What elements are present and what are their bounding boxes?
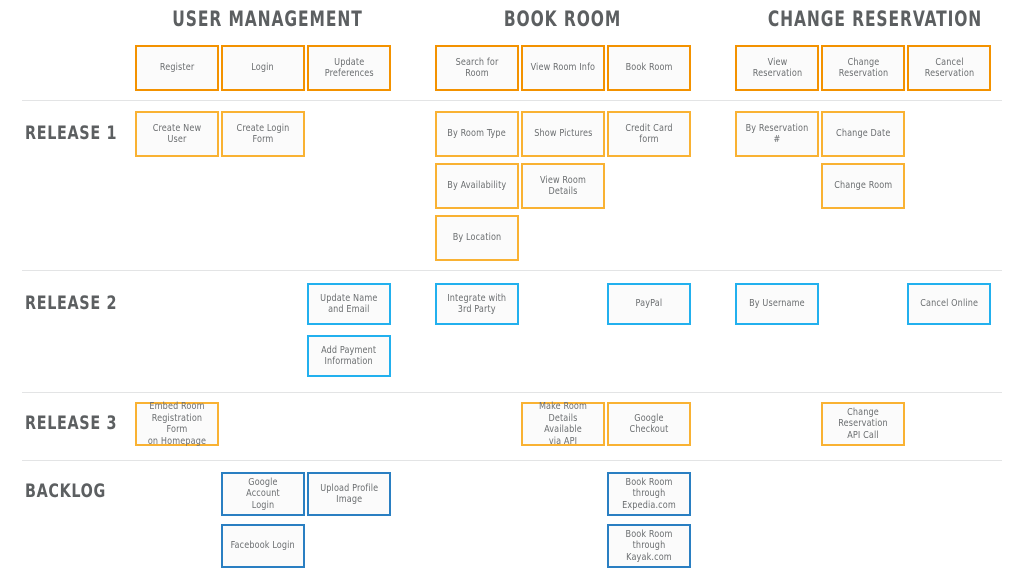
story-card-label: Integrate with 3rd Party — [447, 292, 507, 316]
story-card-label: By Location — [452, 232, 502, 244]
story-card[interactable]: Book Room through Kayak.com — [604, 524, 691, 571]
story-card-label: Book Room — [625, 62, 673, 74]
story-card[interactable]: Update Preferences — [304, 45, 391, 94]
story-card-label: View Room Info — [530, 62, 596, 74]
story-card-label: Cancel Online — [920, 298, 978, 310]
story-card-label: Facebook Login — [230, 540, 296, 552]
row-label-release-1: RELEASE 1 — [25, 122, 118, 144]
story-card-label: Cancel Reservation — [924, 56, 974, 80]
story-card[interactable]: By Room Type — [432, 111, 519, 160]
story-card-label: Login — [251, 62, 275, 74]
story-card[interactable]: Update Name and Email — [304, 283, 391, 328]
story-card[interactable]: Change Date — [818, 111, 905, 160]
story-card-label: By Availability — [447, 180, 507, 192]
story-card[interactable]: Upload Profile Image — [304, 472, 391, 519]
story-card[interactable]: View Room Details — [518, 163, 605, 212]
story-card[interactable]: By Username — [732, 283, 819, 328]
row-divider-2 — [22, 392, 1002, 393]
story-card[interactable]: View Room Info — [518, 45, 605, 94]
group-title-user-management: USER MANAGEMENT — [172, 7, 363, 31]
story-card-label: Book Room through Expedia.com — [622, 476, 676, 511]
story-card[interactable]: Google Account Login — [218, 472, 305, 519]
row-label-release-2: RELEASE 2 — [25, 292, 118, 314]
story-card-label: Register — [159, 62, 195, 74]
story-card[interactable]: Add Payment Information — [304, 335, 391, 380]
story-card[interactable]: Search for Room — [432, 45, 519, 94]
story-card[interactable]: Book Room through Expedia.com — [604, 472, 691, 519]
row-divider-1 — [22, 270, 1002, 271]
story-card[interactable]: Integrate with 3rd Party — [432, 283, 519, 328]
row-divider-0 — [22, 100, 1002, 101]
story-card[interactable]: Show Pictures — [518, 111, 605, 160]
story-card-label: Upload Profile Image — [320, 482, 378, 506]
story-card[interactable]: By Reservation # — [732, 111, 819, 160]
group-title-change-reservation: CHANGE RESERVATION — [767, 7, 983, 31]
story-card-label: Add Payment Information — [321, 344, 377, 368]
story-card[interactable]: Make Room Details Available via API — [518, 401, 605, 449]
story-card[interactable]: Login — [218, 45, 305, 94]
story-card[interactable]: Book Room — [604, 45, 691, 94]
story-card-label: Make Room Details Available via API — [538, 401, 588, 447]
story-card[interactable]: Create New User — [132, 111, 219, 160]
story-card[interactable]: Change Room — [818, 163, 905, 212]
story-card-label: Change Reservation API Call — [838, 406, 888, 441]
story-card-label: Google Checkout — [629, 412, 669, 436]
story-card[interactable]: PayPal — [604, 283, 691, 328]
story-card-label: Change Date — [835, 128, 891, 140]
group-title-book-room: BOOK ROOM — [503, 7, 622, 31]
story-card-label: Update Preferences — [324, 56, 374, 80]
story-card-label: By Reservation # — [745, 122, 809, 146]
story-card[interactable]: By Location — [432, 215, 519, 264]
story-card-label: PayPal — [635, 298, 663, 310]
story-card-label: Embed Room Registration Form on Homepage — [147, 401, 207, 447]
story-card[interactable]: Facebook Login — [218, 524, 305, 571]
story-card[interactable]: View Reservation — [732, 45, 819, 94]
story-card[interactable]: Credit Card form — [604, 111, 691, 160]
story-card-label: Change Room — [833, 180, 893, 192]
story-card-label: Change Reservation — [838, 56, 888, 80]
story-card-label: View Reservation — [752, 56, 802, 80]
story-card-label: Create Login Form — [236, 122, 290, 146]
story-card-label: Update Name and Email — [320, 292, 378, 316]
story-card[interactable]: Google Checkout — [604, 402, 691, 449]
story-card-label: By Room Type — [447, 128, 507, 140]
story-card[interactable]: Cancel Online — [904, 283, 991, 328]
story-card[interactable]: Register — [132, 45, 219, 94]
story-card-label: Search for Room — [455, 56, 499, 80]
story-card-label: Show Pictures — [533, 128, 593, 140]
story-card-label: Create New User — [152, 122, 202, 146]
story-card-label: Credit Card form — [625, 122, 673, 146]
story-card[interactable]: Change Reservation API Call — [818, 402, 905, 449]
row-label-release-3: RELEASE 3 — [25, 412, 118, 434]
story-card[interactable]: Cancel Reservation — [904, 45, 991, 94]
story-card-label: View Room Details — [539, 174, 586, 198]
row-label-backlog: BACKLOG — [25, 480, 106, 502]
story-card[interactable]: Change Reservation — [818, 45, 905, 94]
story-card-label: Google Account Login — [246, 476, 280, 511]
story-card-label: Book Room through Kayak.com — [625, 528, 673, 563]
story-card-label: By Username — [749, 298, 805, 310]
story-card[interactable]: By Availability — [432, 163, 519, 212]
story-map-board: USER MANAGEMENT BOOK ROOM CHANGE RESERVATI… — [0, 0, 1024, 582]
row-divider-3 — [22, 460, 1002, 461]
story-card[interactable]: Create Login Form — [218, 111, 305, 160]
story-card[interactable]: Embed Room Registration Form on Homepage — [132, 401, 219, 449]
